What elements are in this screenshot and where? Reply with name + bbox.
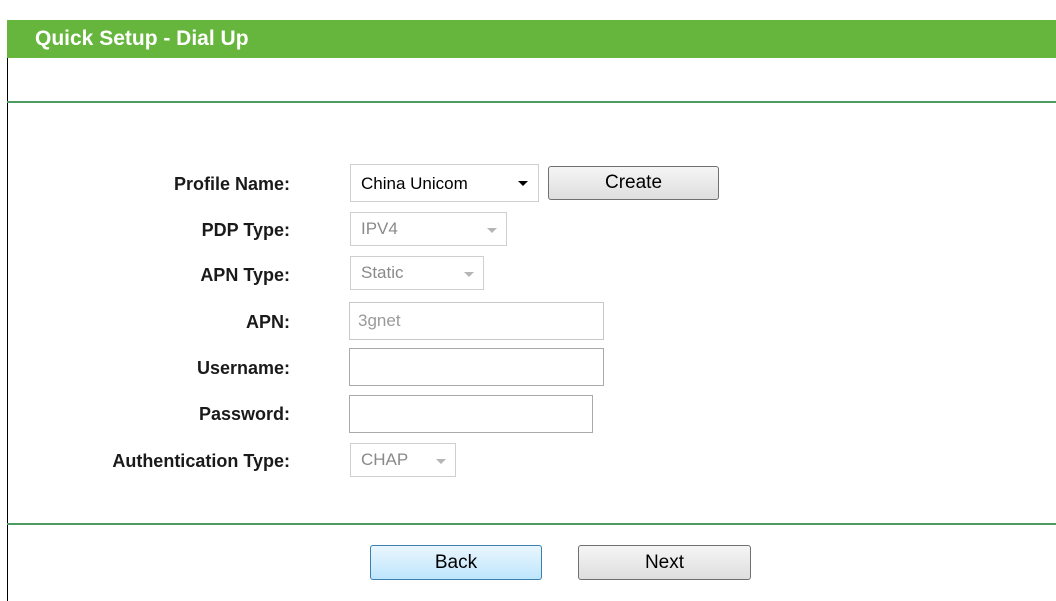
password-label: Password: xyxy=(198,404,290,424)
chevron-down-icon xyxy=(487,228,497,233)
page-frame xyxy=(7,20,8,601)
apn-type-value: Static xyxy=(361,263,404,282)
page-title: Quick Setup - Dial Up xyxy=(35,27,249,50)
chevron-down-icon xyxy=(464,272,474,277)
username-field[interactable] xyxy=(349,348,604,386)
profile-name-label: Profile Name: xyxy=(173,174,290,194)
chevron-down-icon xyxy=(518,181,528,186)
apn-type-label: APN Type: xyxy=(200,265,290,285)
authentication-type-label: Authentication Type: xyxy=(112,451,290,471)
pdp-type-value: IPV4 xyxy=(361,219,398,238)
create-button[interactable]: Create xyxy=(548,166,719,200)
authentication-type-value: CHAP xyxy=(361,450,409,469)
pdp-type-select[interactable]: IPV4 xyxy=(350,212,507,246)
password-field[interactable] xyxy=(349,395,593,433)
profile-name-select[interactable]: China Unicom xyxy=(350,164,539,202)
chevron-down-icon xyxy=(436,459,446,464)
authentication-type-select[interactable]: CHAP xyxy=(350,443,456,477)
top-divider xyxy=(7,101,1056,103)
apn-value: 3gnet xyxy=(358,311,401,330)
apn-field[interactable]: 3gnet xyxy=(349,302,604,340)
apn-type-select[interactable]: Static xyxy=(350,256,484,290)
username-label: Username: xyxy=(196,358,290,378)
pdp-type-label: PDP Type: xyxy=(201,220,290,240)
next-button[interactable]: Next xyxy=(578,545,751,580)
page-header: Quick Setup - Dial Up xyxy=(7,20,1056,58)
bottom-divider xyxy=(7,523,1056,525)
apn-label: APN: xyxy=(246,312,290,332)
profile-name-value: China Unicom xyxy=(361,174,468,193)
back-button[interactable]: Back xyxy=(370,545,542,580)
